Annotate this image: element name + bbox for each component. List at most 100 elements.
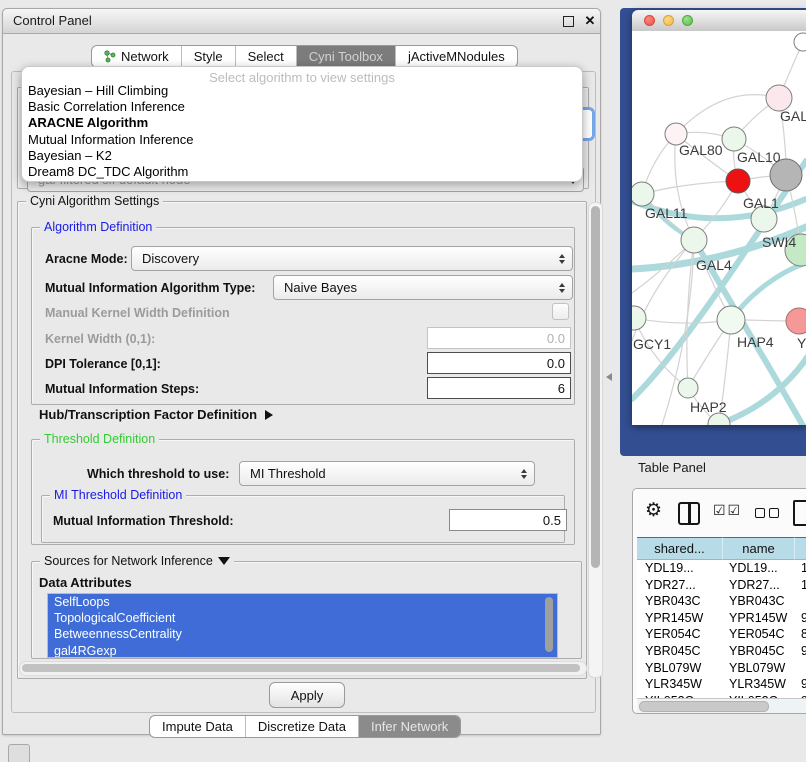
network-window-titlebar[interactable] — [632, 10, 806, 32]
aracne-mode-combo[interactable]: Discovery — [131, 246, 573, 271]
network-icon — [104, 50, 116, 63]
table-body: YDL19...YDL19...13 YDR27...YDR27...12 YB… — [637, 560, 806, 699]
collapse-down-icon — [218, 557, 230, 565]
combo-spinner-icon — [521, 469, 527, 479]
data-attributes-list: SelfLoops TopologicalCoefficient Between… — [47, 593, 558, 658]
node-gal1-red[interactable] — [726, 169, 750, 193]
algorithm-option-selected[interactable]: ARACNE Algorithm — [28, 115, 576, 131]
table-panel-window: ⚙ ☑☑ shared... name YDL19...YDL19...13 Y… — [632, 488, 806, 714]
settings-vscrollbar-thumb[interactable] — [591, 206, 600, 568]
table-cell[interactable]: YPR145W — [645, 611, 703, 625]
tab-select[interactable]: Select — [236, 46, 297, 67]
tab-discretize-data[interactable]: Discretize Data — [246, 716, 359, 737]
table-hscrollbar-track[interactable] — [637, 698, 806, 713]
manual-kernel-width-label: Manual Kernel Width Definition — [45, 306, 230, 320]
close-button[interactable] — [644, 15, 655, 26]
node-gal11[interactable] — [632, 182, 654, 206]
node-label-gcy1: GCY1 — [633, 336, 671, 352]
algorithm-dropdown: Select algorithm to view settings Bayesi… — [21, 66, 583, 182]
export-table-icon[interactable] — [793, 500, 806, 526]
mi-threshold-label: Mutual Information Threshold: — [53, 514, 234, 528]
attribute-item-selected[interactable]: SelfLoops — [48, 594, 557, 610]
table-toolbar: ⚙ ☑☑ — [633, 489, 806, 537]
algorithm-option[interactable]: Bayesian – Hill Climbing — [28, 83, 576, 99]
algorithm-option[interactable]: Basic Correlation Inference — [28, 99, 576, 115]
network-edges-thick — [632, 161, 806, 425]
table-cell[interactable]: YDL19... — [645, 561, 694, 575]
cyni-settings-group-title: Cyni Algorithm Settings — [26, 194, 163, 208]
control-panel-titlebar[interactable]: Control Panel ✕ — [3, 9, 600, 34]
network-window[interactable]: GAL GAL80 GAL10 GAL1 SWI4 GAL11 GAL4 GCY… — [632, 10, 806, 425]
algorithm-option[interactable]: Bayesian – K2 — [28, 148, 576, 164]
algorithm-definition-title: Algorithm Definition — [40, 220, 156, 234]
node-hap2[interactable] — [678, 378, 698, 398]
which-threshold-combo[interactable]: MI Threshold — [239, 461, 535, 486]
aracne-mode-label: Aracne Mode: — [45, 252, 128, 266]
tab-cyni-toolbox[interactable]: Cyni Toolbox — [297, 46, 396, 67]
table-cell[interactable]: YLR345W — [645, 677, 702, 691]
minimize-button[interactable] — [663, 15, 674, 26]
table-cell[interactable]: YBR043C — [645, 594, 701, 608]
data-attributes-label: Data Attributes — [39, 575, 132, 590]
node-label-gal4: GAL4 — [696, 257, 732, 273]
tab-jactivemnodules[interactable]: jActiveMNodules — [396, 46, 517, 67]
table-cell[interactable]: YER054C — [645, 627, 701, 641]
mi-threshold-definition-title: MI Threshold Definition — [50, 488, 186, 502]
close-panel-icon[interactable]: ✕ — [582, 10, 598, 32]
node-label-gal80: GAL80 — [679, 142, 723, 158]
sources-group-title[interactable]: Sources for Network Inference — [40, 554, 234, 568]
collapsed-panel-button[interactable] — [8, 744, 30, 762]
table-cell[interactable]: YBL079W — [645, 661, 701, 675]
node-label-hap4: HAP4 — [737, 334, 774, 350]
algorithm-option[interactable]: Mutual Information Inference — [28, 132, 576, 148]
attributes-list-scrollbar[interactable] — [545, 597, 553, 652]
attribute-item-selected[interactable]: gal4RGexp — [48, 643, 557, 658]
attribute-item-selected[interactable]: TopologicalCoefficient — [48, 610, 557, 626]
node-salmon[interactable] — [786, 308, 806, 334]
combo-spinner-icon — [559, 254, 565, 264]
zoom-button[interactable] — [682, 15, 693, 26]
settings-hscrollbar-thumb[interactable] — [22, 664, 580, 672]
table-cell[interactable]: YBR045C — [645, 644, 701, 658]
tab-infer-network[interactable]: Infer Network — [359, 716, 460, 737]
node-gal10[interactable] — [722, 127, 746, 151]
attribute-item-selected[interactable]: BetweennessCentrality — [48, 626, 557, 642]
mi-steps-label: Mutual Information Steps: — [45, 382, 199, 396]
column-header-shared-name[interactable]: shared... — [637, 537, 723, 560]
mi-threshold-field[interactable]: 0.5 — [449, 509, 567, 531]
application-root: Control Panel ✕ Network Style Select Cyn… — [0, 0, 806, 762]
network-canvas[interactable]: GAL GAL80 GAL10 GAL1 SWI4 GAL11 GAL4 GCY… — [632, 31, 806, 425]
manual-kernel-checkbox[interactable] — [552, 303, 569, 320]
cyni-bottom-tabbar: Impute Data Discretize Data Infer Networ… — [149, 715, 461, 738]
deselect-all-icon[interactable] — [755, 508, 779, 518]
node-gal4[interactable] — [681, 227, 707, 253]
table-cell[interactable]: YDR27... — [645, 578, 696, 592]
node[interactable] — [794, 33, 806, 51]
apply-button[interactable]: Apply — [269, 682, 345, 708]
select-all-checks-icon[interactable]: ☑☑ — [713, 502, 742, 519]
column-header-name[interactable]: name — [723, 537, 795, 560]
control-panel-tabbar: Network Style Select Cyni Toolbox jActiv… — [91, 45, 518, 68]
settings-vscrollbar-track[interactable] — [588, 202, 603, 678]
tab-network[interactable]: Network — [92, 46, 182, 67]
split-columns-icon[interactable] — [678, 502, 700, 525]
table-hscrollbar-thumb[interactable] — [639, 701, 769, 712]
gear-icon[interactable]: ⚙ — [645, 499, 662, 522]
settings-hscrollbar-track[interactable] — [19, 661, 587, 676]
panel-resize-arrow-icon[interactable] — [606, 373, 612, 381]
which-threshold-label: Which threshold to use: — [87, 467, 229, 481]
tab-style[interactable]: Style — [182, 46, 236, 67]
mi-steps-field[interactable]: 6 — [427, 377, 571, 399]
algorithm-dropdown-list: Bayesian – Hill Climbing Basic Correlati… — [28, 83, 576, 180]
node-gcy1[interactable] — [632, 306, 646, 330]
kernel-width-field[interactable]: 0.0 — [427, 327, 571, 349]
float-window-icon[interactable] — [563, 16, 574, 27]
tab-impute-data[interactable]: Impute Data — [150, 716, 246, 737]
mi-algorithm-type-combo[interactable]: Naive Bayes — [273, 275, 573, 300]
column-header-partial[interactable] — [795, 537, 806, 560]
dpi-tolerance-field[interactable]: 0.0 — [427, 352, 571, 374]
algorithm-option[interactable]: Dream8 DC_TDC Algorithm — [28, 164, 576, 180]
hub-definition-expander[interactable]: Hub/Transcription Factor Definition — [39, 407, 273, 422]
node-label-swi4: SWI4 — [762, 234, 796, 250]
node-hap4[interactable] — [717, 306, 745, 334]
